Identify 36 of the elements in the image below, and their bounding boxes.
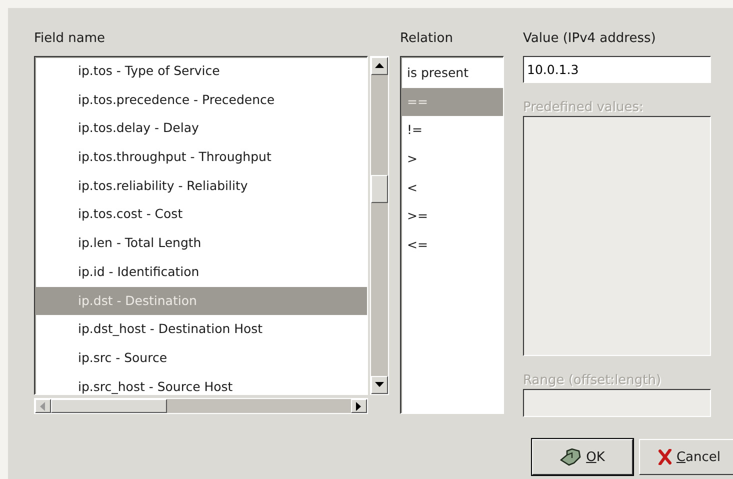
cancel-button[interactable]: Cancel [639, 439, 733, 475]
field-list-item[interactable]: ip.tos.cost - Cost [35, 200, 367, 230]
vertical-scrollbar[interactable] [370, 56, 389, 395]
relation-list-item[interactable]: >= [401, 202, 503, 232]
up-arrow-icon [375, 63, 384, 69]
field-list-item[interactable]: ip.tos.reliability - Reliability [35, 172, 367, 200]
scroll-right-button[interactable] [351, 399, 367, 413]
relation-list-item[interactable]: <= [401, 231, 503, 260]
field-name-label: Field name [34, 31, 106, 47]
relation-label: Relation [400, 31, 454, 47]
field-list-item[interactable]: ip.src_host - Source Host [35, 372, 367, 394]
field-list-item[interactable]: ip.dst_host - Destination Host [35, 315, 367, 344]
ok-button[interactable]: OK [532, 439, 633, 475]
relation-list-item[interactable]: > [401, 145, 503, 174]
relation-list-item[interactable]: is present [401, 59, 503, 88]
scroll-down-button[interactable] [371, 376, 388, 394]
field-list-item[interactable]: ip.tos - Type of Service [35, 57, 367, 86]
field-list-item[interactable]: ip.tos.delay - Delay [35, 114, 367, 144]
scroll-thumb[interactable] [51, 399, 167, 413]
scroll-left-button[interactable] [35, 399, 51, 413]
horizontal-scrollbar[interactable] [34, 398, 368, 414]
field-list-item[interactable]: ip.src - Source [35, 344, 367, 373]
left-arrow-icon [40, 402, 46, 410]
field-list-item[interactable]: ip.tos.throughput - Throughput [35, 143, 367, 172]
down-arrow-icon [375, 382, 384, 388]
value-label: Value (IPv4 address) [523, 31, 657, 47]
relation-list-item[interactable]: != [401, 116, 503, 146]
close-icon [658, 449, 672, 465]
field-list-item[interactable]: ip.id - Identification [35, 258, 367, 286]
right-arrow-icon [356, 402, 362, 410]
scroll-thumb[interactable] [371, 175, 388, 203]
value-input-field[interactable]: 10.0.1.3 [523, 56, 711, 83]
scroll-up-button[interactable] [371, 57, 388, 75]
relation-list-item[interactable]: < [401, 174, 503, 202]
field-list-item[interactable]: ip.len - Total Length [35, 229, 367, 258]
field-list-item[interactable]: ip.tos.precedence - Precedence [35, 86, 367, 114]
